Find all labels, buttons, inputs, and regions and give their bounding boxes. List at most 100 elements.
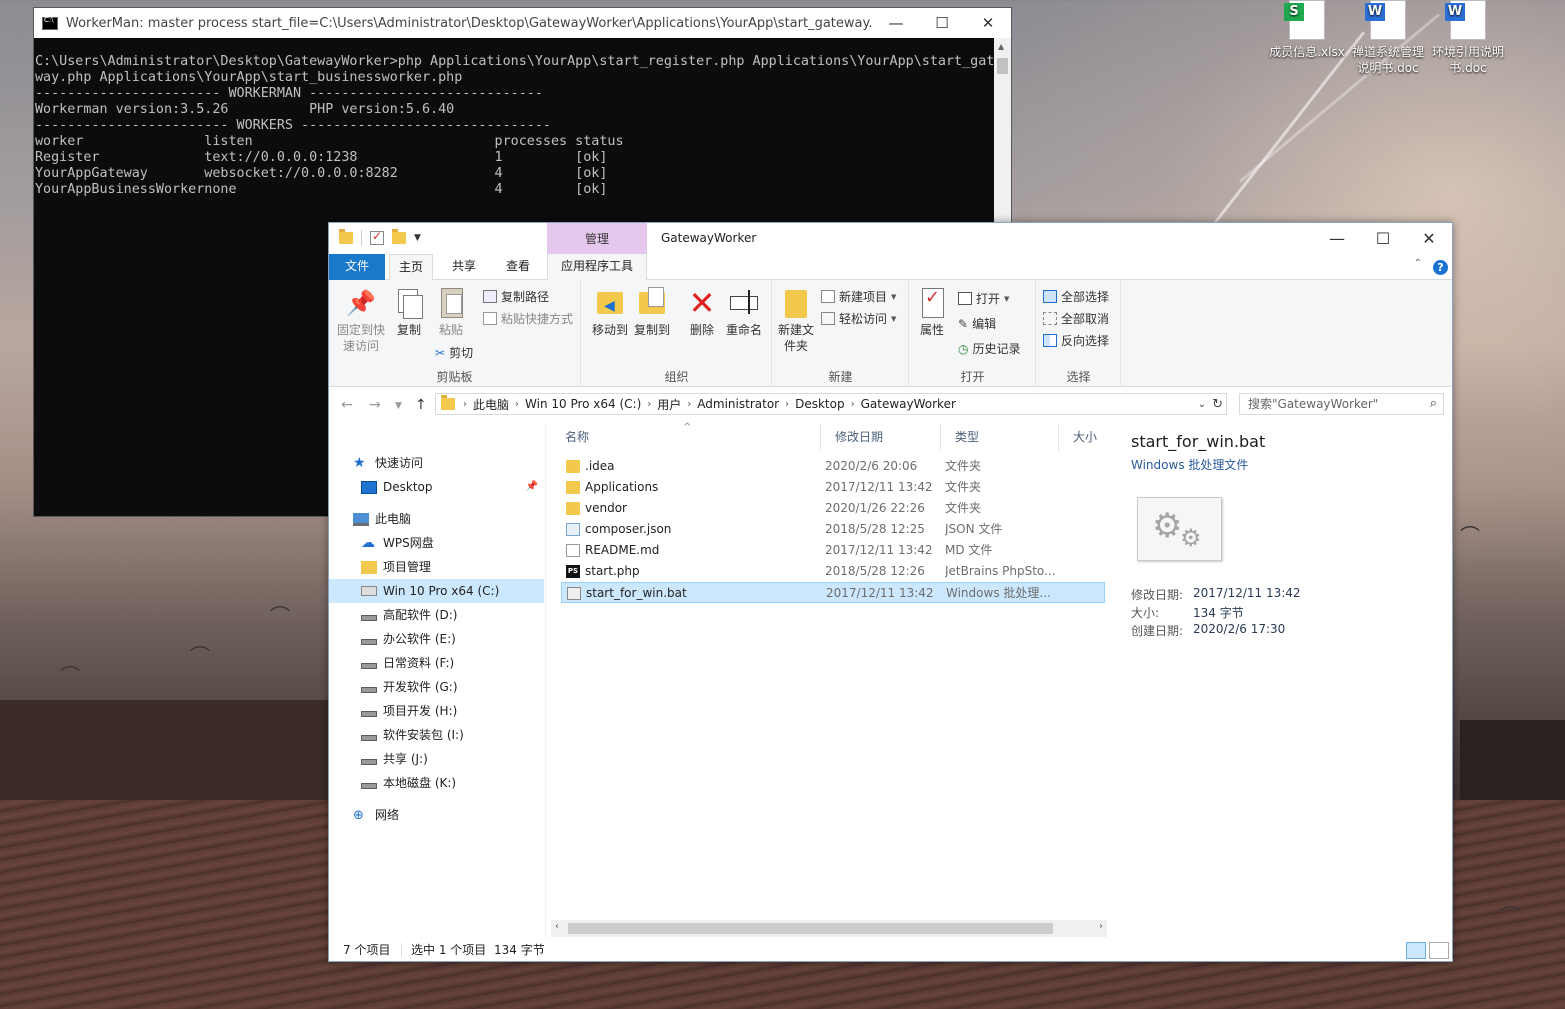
new-item-button[interactable]: 新建项目 ▼ [821,288,896,305]
up-arrow-icon[interactable]: ↑ [415,397,427,413]
large-icons-view-icon[interactable] [1429,942,1449,959]
select-none-button[interactable]: 全部取消 [1043,310,1109,327]
tab-application-tools[interactable]: 应用程序工具 [547,254,647,280]
tab-home[interactable]: 主页 [389,254,433,280]
pin-quick-access-button[interactable]: 📌 固定到快速访问 [335,286,387,354]
search-input[interactable]: 搜索"GatewayWorker" ⌕ [1239,393,1444,415]
edit-button[interactable]: ✎ 编辑 [958,315,996,332]
recent-chevron-icon[interactable]: ▼ [395,401,402,411]
new-folder-icon[interactable] [392,229,406,244]
console-titlebar[interactable]: WorkerMan: master process start_file=C:\… [34,8,1011,38]
nav-item[interactable]: 高配软件 (D:) [329,603,544,627]
copy-to-button[interactable]: 复制到 [628,286,676,338]
back-arrow-icon[interactable]: ← [341,397,353,413]
column-header-date[interactable]: 修改日期 [821,423,941,451]
paste-button[interactable]: 粘贴 [427,286,475,338]
copy-path-button[interactable]: 复制路径 [483,288,549,305]
column-header-type[interactable]: 类型 [941,423,1059,451]
nav-item[interactable]: ⊕ 网络 [329,803,544,827]
scrollbar-thumb[interactable] [568,923,1053,934]
chevron-down-icon[interactable]: ⌄ [1198,399,1206,410]
paste-shortcut-button[interactable]: 粘贴快捷方式 [483,310,573,327]
open-button[interactable]: 打开 ▼ [958,290,1009,307]
collapse-ribbon-icon[interactable]: ⌃ [1414,258,1422,269]
nav-item[interactable]: 办公软件 (E:) [329,627,544,651]
chevron-right-icon[interactable]: › [463,399,467,410]
file-row[interactable]: vendor 2020/1/26 22:26 文件夹 [561,498,1105,519]
select-all-button[interactable]: 全部选择 [1043,288,1109,305]
file-list[interactable]: 名称 ^ 修改日期 类型 大小 .idea 2020/2/6 20:06 文件夹 Ap… [551,422,1107,920]
delete-button[interactable]: ✕ 删除 [678,286,726,338]
explorer-window[interactable]: ▼ 管理 GatewayWorker — ☐ ✕ 文件 主页 共享 查看 应用程… [328,222,1453,962]
cut-button[interactable]: ✂ 剪切 [435,344,473,361]
chevron-right-icon[interactable]: › [785,399,789,410]
tab-manage[interactable]: 管理 [547,223,647,254]
chevron-down-icon[interactable]: ▼ [414,233,421,243]
nav-item[interactable]: Win 10 Pro x64 (C:) [329,579,544,603]
help-icon[interactable]: ? [1433,260,1448,275]
chevron-right-icon[interactable]: › [851,399,855,410]
file-row[interactable]: .idea 2020/2/6 20:06 文件夹 [561,456,1105,477]
scrollbar-thumb[interactable] [997,58,1008,74]
nav-item[interactable]: 项目开发 (H:) [329,699,544,723]
move-to-button[interactable]: 移动到 [586,286,634,338]
column-header-name[interactable]: 名称 ^ [551,422,821,451]
file-row[interactable]: README.md 2017/12/11 13:42 MD 文件 [561,540,1105,561]
address-bar[interactable]: › 此电脑 › Win 10 Pro x64 (C:) › 用户 › Admin… [435,393,1227,415]
details-view-icon[interactable] [1406,942,1426,959]
copy-button[interactable]: 复制 [385,286,433,338]
history-button[interactable]: ◷ 历史记录 [958,340,1021,357]
breadcrumb-this-pc[interactable]: 此电脑 [473,396,509,413]
close-icon[interactable]: ✕ [1406,229,1452,248]
rename-button[interactable]: 重命名 [720,286,768,338]
maximize-icon[interactable]: ☐ [919,14,965,32]
breadcrumb-users[interactable]: 用户 [657,396,681,413]
scroll-right-icon[interactable]: › [1099,921,1103,932]
forward-arrow-icon[interactable]: → [369,397,381,413]
nav-item[interactable]: 项目管理 [329,555,544,579]
file-row[interactable]: start_for_win.bat 2017/12/11 13:42 Windows… [561,582,1105,603]
refresh-icon[interactable]: ↻ [1212,397,1223,412]
nav-item[interactable]: ★ 快速访问 [329,451,544,475]
search-icon[interactable]: ⌕ [1430,394,1437,414]
minimize-icon[interactable]: — [873,14,919,32]
console-output[interactable]: C:\Users\Administrator\Desktop\GatewayWo… [34,38,994,198]
easy-access-button[interactable]: 轻松访问 ▼ [821,310,896,327]
breadcrumb-desktop[interactable]: Desktop [795,397,845,411]
nav-item[interactable]: 软件安装包 (I:) [329,723,544,747]
tab-view[interactable]: 查看 [493,254,543,280]
horizontal-scrollbar[interactable]: ‹ › [551,920,1107,937]
nav-item[interactable]: 共享 (J:) [329,747,544,771]
nav-item[interactable]: 日常资料 (F:) [329,651,544,675]
tab-share[interactable]: 共享 [439,254,489,280]
nav-item[interactable]: Desktop 📌 [329,475,544,499]
nav-item[interactable]: ☁ WPS网盘 [329,531,544,555]
minimize-icon[interactable]: — [1314,229,1360,248]
close-icon[interactable]: ✕ [965,14,1011,32]
properties-icon[interactable] [370,229,384,245]
file-row[interactable]: PS start.php 2018/5/28 12:26 JetBrains PhpS… [561,561,1105,582]
breadcrumb-drive-c[interactable]: Win 10 Pro x64 (C:) [525,397,641,411]
scroll-left-icon[interactable]: ‹ [555,921,559,932]
desktop-icon-doc[interactable]: W 禅道系统管理说明书.doc [1349,0,1427,76]
file-row[interactable]: composer.json 2018/5/28 12:25 JSON 文件 [561,519,1105,540]
properties-button[interactable]: 属性 [912,286,952,338]
explorer-titlebar[interactable]: ▼ 管理 GatewayWorker — ☐ ✕ [329,223,1452,254]
maximize-icon[interactable]: ☐ [1360,229,1406,248]
chevron-right-icon[interactable]: › [647,399,651,410]
desktop-icon-doc[interactable]: W 环境引用说明书.doc [1429,0,1507,76]
tab-file[interactable]: 文件 [329,254,385,280]
nav-item[interactable]: 开发软件 (G:) [329,675,544,699]
breadcrumb-gatewayworker[interactable]: GatewayWorker [861,397,956,411]
invert-selection-button[interactable]: 反向选择 [1043,332,1109,349]
nav-item[interactable]: 此电脑 [329,507,544,531]
column-header-size[interactable]: 大小 [1059,423,1107,451]
breadcrumb-administrator[interactable]: Administrator [697,397,779,411]
file-row[interactable]: Applications 2017/12/11 13:42 文件夹 [561,477,1105,498]
navigation-pane[interactable]: ★ 快速访问 Desktop 📌 此电脑 ☁ WPS网盘 项目管理 Win 10 Pro x64… [329,423,546,938]
nav-item[interactable]: 本地磁盘 (K:) [329,771,544,795]
scroll-up-icon[interactable]: ▲ [998,42,1004,51]
chevron-right-icon[interactable]: › [687,399,691,410]
desktop-icon-xlsx[interactable]: S 成员信息.xlsx [1268,0,1346,60]
chevron-right-icon[interactable]: › [515,399,519,410]
